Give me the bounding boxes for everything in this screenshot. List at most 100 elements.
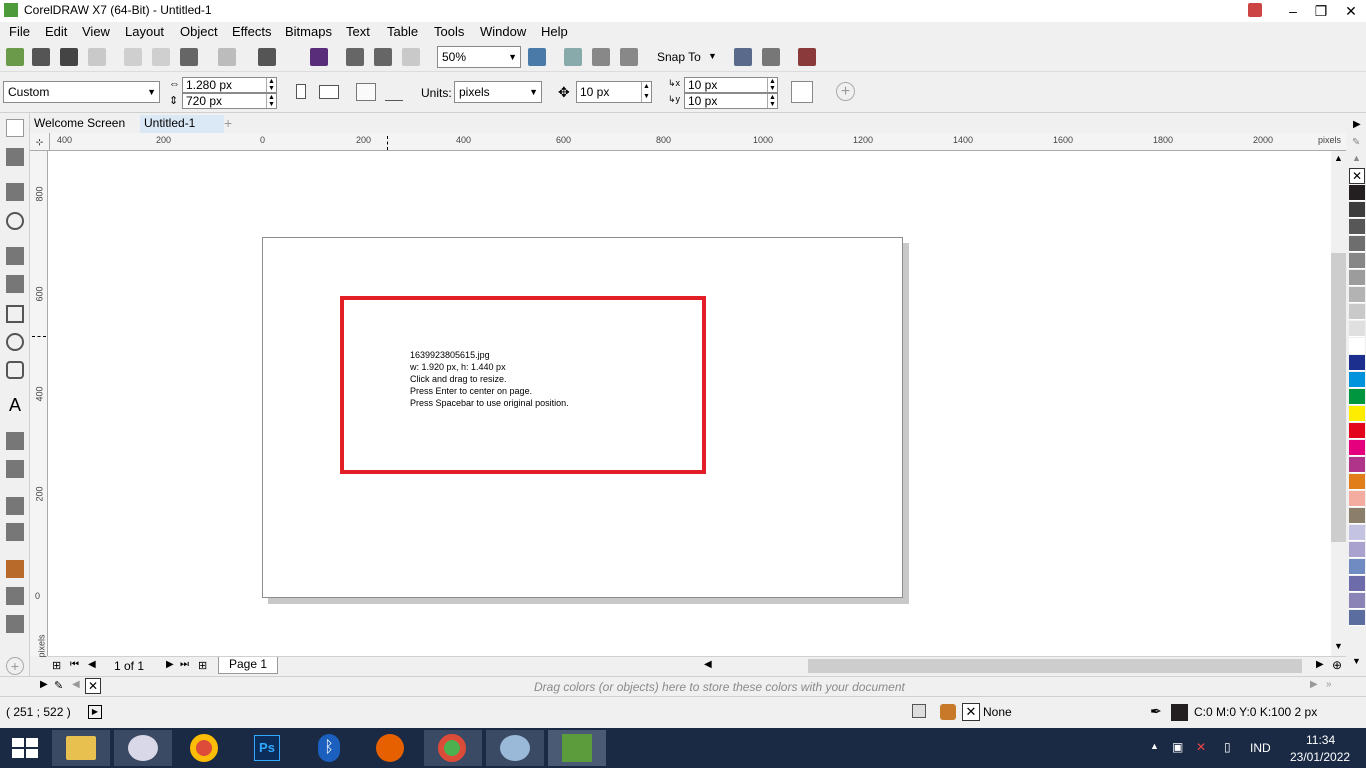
freehand-tool-icon[interactable]: [6, 247, 24, 265]
palette-swatch[interactable]: [1349, 525, 1365, 541]
fill-icon[interactable]: [940, 704, 956, 720]
chrome-icon[interactable]: [176, 730, 234, 766]
pick-tool-icon[interactable]: [6, 119, 24, 137]
publish-pdf-icon[interactable]: [402, 48, 420, 66]
palette-scroll-down-icon[interactable]: ▼: [1352, 656, 1361, 666]
rectangle-tool-icon[interactable]: [6, 305, 24, 323]
clock-date[interactable]: 23/01/2022: [1290, 750, 1350, 764]
nudge-distance-field[interactable]: 10 px ▲ ▼: [576, 81, 652, 103]
open-icon[interactable]: [32, 48, 50, 66]
tab-welcome-screen[interactable]: Welcome Screen: [30, 115, 130, 133]
windows-start-icon[interactable]: [12, 738, 38, 758]
page-size-select[interactable]: Custom ▼: [3, 81, 160, 103]
add-icon[interactable]: +: [836, 82, 855, 101]
palette-swatch[interactable]: [1349, 423, 1365, 439]
stepper-icon[interactable]: ▲ ▼: [767, 78, 777, 92]
scroll-up-icon[interactable]: ▲: [1334, 153, 1343, 163]
menu-bitmaps[interactable]: Bitmaps: [285, 24, 332, 39]
menu-effects[interactable]: Effects: [232, 24, 272, 39]
palette-swatch[interactable]: [1349, 253, 1365, 269]
color-proofing-icon[interactable]: [912, 704, 926, 718]
parallel-dimension-tool-icon[interactable]: [6, 432, 24, 450]
language-indicator[interactable]: IND: [1250, 741, 1271, 755]
network-icon[interactable]: ▣: [1172, 740, 1183, 754]
color-eyedropper-tool-icon[interactable]: [6, 560, 24, 578]
text-tool-icon[interactable]: A: [6, 396, 24, 414]
artistic-media-tool-icon[interactable]: [6, 275, 24, 293]
vertical-ruler[interactable]: 800 600 400 200 0 pixels: [30, 151, 48, 658]
next-page-icon[interactable]: ▶: [166, 659, 174, 670]
zoom-select[interactable]: 50% ▼: [437, 46, 521, 68]
snipping-tool-icon[interactable]: [114, 730, 172, 766]
close-button[interactable]: ✕: [1336, 0, 1366, 22]
previous-page-icon[interactable]: ◀: [88, 659, 96, 670]
palette-swatch[interactable]: [1349, 304, 1365, 320]
palette-swatch[interactable]: [1349, 287, 1365, 303]
interactive-fill-tool-icon[interactable]: [6, 587, 24, 605]
menu-help[interactable]: Help: [541, 24, 568, 39]
print-icon[interactable]: [88, 48, 106, 66]
guidelines-icon[interactable]: [620, 48, 638, 66]
palette-expand-icon[interactable]: ▶: [1353, 119, 1361, 130]
stepper-icon[interactable]: ▲ ▼: [641, 82, 651, 102]
palette-swatch[interactable]: [1349, 338, 1365, 354]
scroll-left-icon[interactable]: ◀: [704, 659, 712, 670]
paste-icon[interactable]: [180, 48, 198, 66]
minimize-button[interactable]: –: [1278, 0, 1308, 22]
palette-swatch[interactable]: [1349, 457, 1365, 473]
palette-swatch[interactable]: [1349, 372, 1365, 388]
coreldraw-taskbar-icon[interactable]: [548, 730, 606, 766]
menu-edit[interactable]: Edit: [45, 24, 67, 39]
crop-tool-icon[interactable]: [6, 183, 24, 201]
palette-swatch[interactable]: [1349, 202, 1365, 218]
palette-swatch[interactable]: [1349, 559, 1365, 575]
stepper-icon[interactable]: ▲ ▼: [266, 78, 276, 92]
units-select[interactable]: pixels ▼: [454, 81, 542, 103]
menu-table[interactable]: Table: [387, 24, 418, 39]
connector-tool-icon[interactable]: [6, 460, 24, 478]
horizontal-scroll-thumb[interactable]: [808, 659, 1302, 673]
first-page-icon[interactable]: ⏮: [70, 659, 79, 670]
application-launcher-icon[interactable]: [762, 48, 780, 66]
zoom-page-icon[interactable]: [528, 48, 546, 66]
palette-swatch[interactable]: [1349, 236, 1365, 252]
palette-swatch[interactable]: [1349, 576, 1365, 592]
docpal-expand-icon[interactable]: ▶: [40, 679, 48, 690]
tab-untitled-1[interactable]: Untitled-1: [140, 115, 224, 133]
palette-swatch[interactable]: [1349, 321, 1365, 337]
no-sound-icon[interactable]: ✕: [1196, 740, 1206, 754]
tray-expand-icon[interactable]: ▲: [1150, 741, 1159, 751]
stepper-icon[interactable]: ▲ ▼: [767, 94, 777, 108]
page-tab-1[interactable]: Page 1: [218, 657, 279, 674]
copy-icon[interactable]: [152, 48, 170, 66]
battery-icon[interactable]: ▯: [1224, 740, 1231, 754]
palette-swatch[interactable]: [1349, 508, 1365, 524]
snap-to-button[interactable]: Snap To: [657, 50, 701, 64]
firefox-icon[interactable]: [362, 730, 420, 766]
current-page-icon[interactable]: [385, 85, 403, 101]
smart-fill-tool-icon[interactable]: [6, 615, 24, 633]
no-fill-swatch[interactable]: ✕: [962, 703, 980, 721]
stepper-icon[interactable]: ▲ ▼: [266, 94, 276, 108]
docpal-scroll-left-icon[interactable]: ◀: [72, 679, 80, 690]
no-color-swatch[interactable]: ✕: [85, 678, 101, 694]
drop-shadow-tool-icon[interactable]: [6, 497, 24, 515]
docpal-more-icon[interactable]: »: [1326, 679, 1332, 690]
menu-tools[interactable]: Tools: [434, 24, 464, 39]
rulers-icon[interactable]: [564, 48, 582, 66]
chrome-app-icon[interactable]: [424, 730, 482, 766]
menu-window[interactable]: Window: [480, 24, 526, 39]
palette-swatch[interactable]: [1349, 219, 1365, 235]
maximize-button[interactable]: ❐: [1306, 0, 1336, 22]
outline-color-swatch[interactable]: [1171, 704, 1188, 721]
redo-icon[interactable]: [258, 48, 276, 66]
duplicate-y-field[interactable]: 10 px ▲ ▼: [684, 93, 778, 109]
paint-icon[interactable]: [486, 730, 544, 766]
transparency-tool-icon[interactable]: [6, 523, 24, 541]
eyedropper-icon[interactable]: ✎: [54, 679, 63, 692]
duplicate-x-field[interactable]: 10 px ▲ ▼: [684, 77, 778, 93]
portrait-icon[interactable]: [296, 84, 306, 99]
corel-connect-icon[interactable]: [310, 48, 328, 66]
user-icon[interactable]: [1248, 3, 1262, 17]
palette-swatch[interactable]: [1349, 491, 1365, 507]
